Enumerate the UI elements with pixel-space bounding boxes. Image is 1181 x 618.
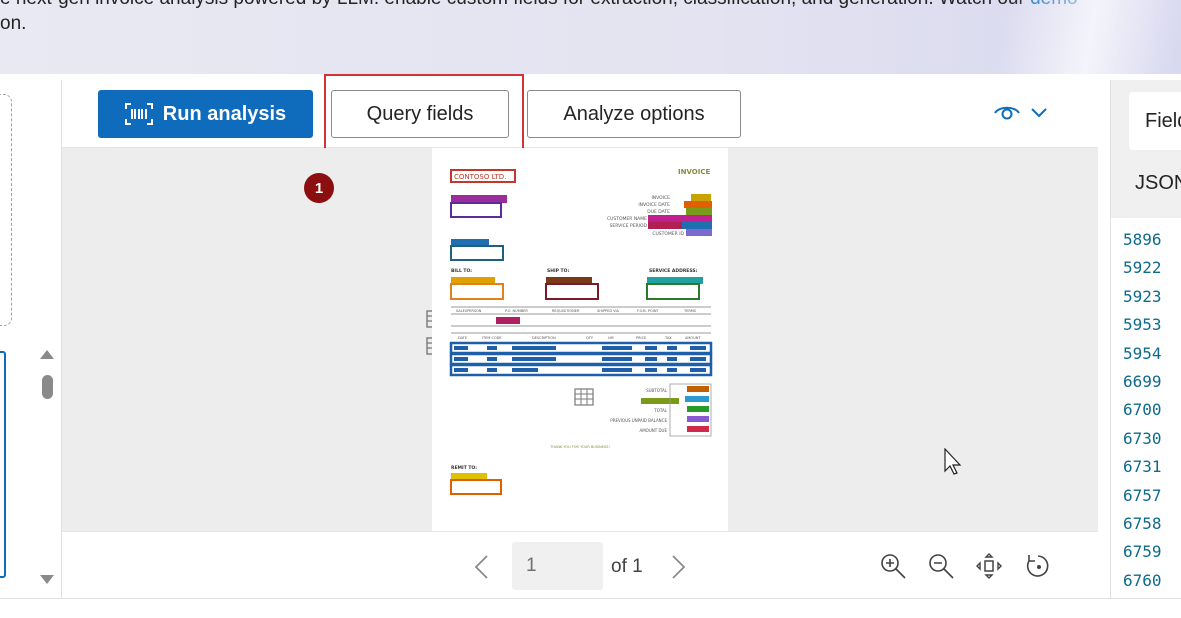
zoom-in-icon[interactable] [879, 552, 907, 580]
table1-header: F.O.B. POINT [637, 309, 659, 313]
summary-label: TOTAL [653, 408, 667, 413]
line-number: 6700 [1123, 400, 1162, 420]
service-address-label: SERVICE ADDRESS: [649, 268, 698, 274]
line-number: 6757 [1123, 485, 1162, 505]
analysis-panel: Run analysis Query fields Analyze option… [61, 74, 1098, 598]
summary-label: SUBTOTAL [646, 388, 668, 393]
invoice-page: CONTOSO LTD. INVOICE INVOICE INVOICE DAT… [432, 148, 728, 531]
remit-to-label: REMIT TO: [451, 465, 477, 471]
document-viewer: 1 CONTOSO LTD. INVOICE INVOICE INVOICE D… [62, 148, 1098, 531]
cursor-icon [944, 447, 964, 476]
left-rail [0, 74, 61, 600]
banner-text: e next-gen invoice analysis powered by L… [0, 0, 1030, 9]
page-count-label: of 1 [611, 556, 643, 577]
tab-fields[interactable]: Fields [1129, 92, 1181, 150]
eye-icon [994, 104, 1020, 127]
analyze-options-label: Analyze options [563, 102, 705, 125]
ship-to-label: SHIP TO: [547, 268, 569, 274]
line-number: 5953 [1123, 315, 1162, 335]
chevron-right-icon[interactable] [668, 554, 688, 580]
json-line-numbers: 5896 5922 5923 5953 5954 6699 6700 6730 … [1123, 226, 1162, 595]
bottom-bar [0, 598, 1181, 618]
bill-to-label: BILL TO: [451, 268, 472, 274]
table1-header: TERMS [683, 309, 697, 313]
scrollbar-thumb[interactable] [42, 375, 53, 399]
analyze-options-button[interactable]: Analyze options [527, 90, 741, 138]
upload-dropzone[interactable] [0, 94, 12, 326]
line-number: 6699 [1123, 372, 1162, 392]
header-label: CUSTOMER ID [652, 231, 684, 237]
summary-label: PREVIOUS UNPAID BALANCE [610, 418, 667, 423]
line-number: 6760 [1123, 570, 1162, 590]
info-banner: e next-gen invoice analysis powered by L… [0, 0, 1181, 74]
table1-header: SALESPERSON [456, 309, 482, 313]
chevron-left-icon[interactable] [472, 554, 492, 580]
table2-header: TAX [664, 336, 672, 340]
run-analysis-label: Run analysis [162, 102, 287, 125]
header-label: INVOICE [651, 195, 670, 201]
run-analysis-button[interactable]: Run analysis [98, 90, 313, 138]
scroll-down-arrow[interactable] [40, 575, 54, 584]
line-number: 5923 [1123, 286, 1162, 306]
results-panel: Fields JSON 5896 5922 5923 5953 5954 669… [1110, 80, 1181, 598]
company-name: CONTOSO LTD. [454, 173, 506, 181]
line-number: 6758 [1123, 514, 1162, 534]
scroll-up-arrow[interactable] [40, 350, 54, 359]
page-number-input[interactable]: 1 [512, 542, 603, 590]
step-marker: 1 [304, 173, 334, 203]
fit-page-icon[interactable] [975, 552, 1003, 580]
viewer-footer: 1 of 1 [62, 531, 1098, 598]
table2-header: PRICE [636, 336, 646, 340]
table2-header: DESCRIPTION [532, 336, 556, 340]
tab-json[interactable]: JSON [1135, 172, 1181, 195]
highlight-box [324, 74, 524, 151]
table2-header: UM [608, 336, 614, 340]
line-number: 6731 [1123, 457, 1162, 477]
line-number: 5922 [1123, 258, 1162, 278]
table2-header: DATE [458, 336, 467, 340]
scan-icon [124, 102, 153, 126]
table2-header: AMOUNT [685, 336, 701, 340]
line-number: 6759 [1123, 542, 1162, 562]
table2-header: QTY [586, 336, 594, 340]
line-number: 5954 [1123, 343, 1162, 363]
table1-header: P.O. NUMBER [505, 309, 528, 313]
table2-header: ITEM CODE [482, 336, 502, 340]
header-label: INVOICE DATE [638, 202, 670, 208]
line-number: 5896 [1123, 230, 1162, 249]
view-toggle[interactable] [994, 102, 1054, 128]
demo-link[interactable]: demo [1030, 0, 1078, 9]
table-icon[interactable] [574, 388, 594, 406]
header-label: CUSTOMER NAME [607, 216, 647, 222]
selected-file-card[interactable] [0, 351, 6, 578]
rotate-icon[interactable] [1024, 552, 1052, 580]
results-tabs: Fields JSON [1111, 80, 1181, 218]
summary-label: AMOUNT DUE [639, 428, 667, 433]
chevron-down-icon [1030, 106, 1048, 124]
toolbar: Run analysis Query fields Analyze option… [62, 74, 1098, 151]
banner-line-2: on. [0, 13, 27, 34]
line-number: 6730 [1123, 428, 1162, 448]
header-label: SERVICE PERIOD [610, 223, 648, 229]
table1-header: REQUISITIONER [552, 309, 580, 313]
invoice-title: INVOICE [678, 168, 710, 176]
thanks-note: THANK YOU FOR YOUR BUSINESS! [549, 445, 610, 449]
zoom-out-icon[interactable] [927, 552, 955, 580]
header-label: DUE DATE [647, 209, 670, 215]
banner-line-1: e next-gen invoice analysis powered by L… [0, 0, 1078, 10]
table1-header: SHIPPED VIA [597, 309, 620, 313]
